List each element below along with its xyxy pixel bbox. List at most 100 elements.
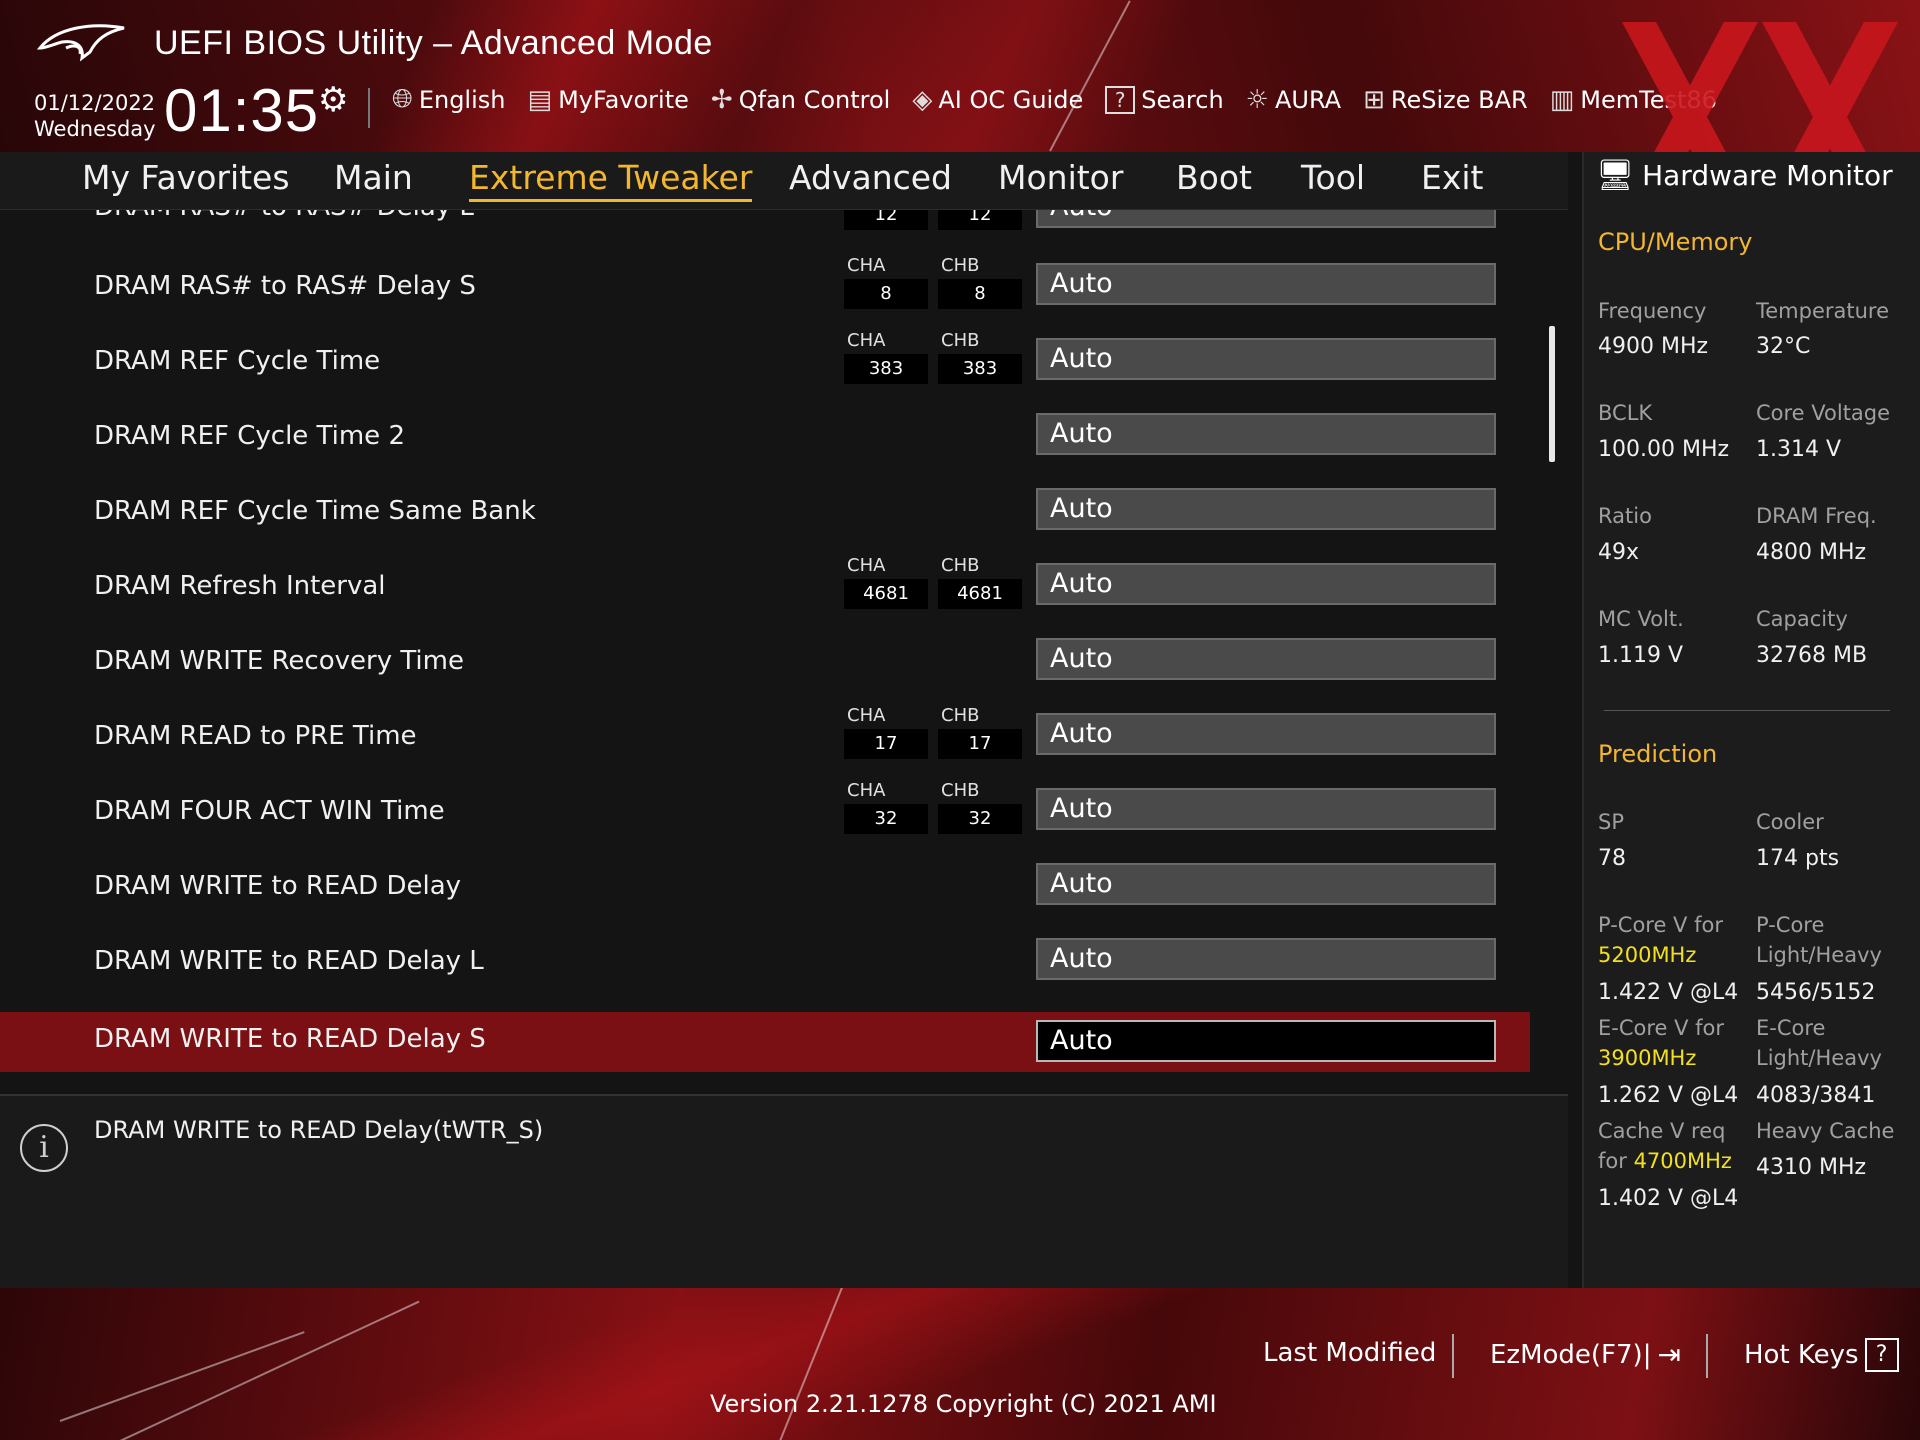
fan-icon: ✢ [710, 84, 733, 115]
tab-main[interactable]: Main [334, 158, 413, 197]
cha-value: CHA 4681 [844, 555, 928, 609]
stat-label: MC Volt. [1598, 607, 1684, 631]
setting-value-field[interactable]: Auto [1036, 938, 1496, 980]
cha-value: CHA 32 [844, 780, 928, 834]
setting-row[interactable]: DRAM READ to PRE Time CHA 17 CHB 17 Auto [0, 705, 1530, 765]
setting-value-field[interactable]: Auto [1036, 563, 1496, 605]
setting-label: DRAM WRITE to READ Delay [94, 871, 462, 901]
cooler-label: Cooler [1756, 810, 1824, 834]
tab-extreme-tweaker[interactable]: Extreme Tweaker [469, 158, 753, 202]
chb-value: CHB 8 [938, 255, 1022, 309]
setting-value-field[interactable]: Auto [1036, 338, 1496, 380]
footer-divider [1706, 1334, 1708, 1378]
myfavorite-label: MyFavorite [558, 85, 689, 114]
chb-value: 12 [938, 210, 1022, 230]
settings-list: DRAM RAS# to RAS# Delay L 12 12 Auto DRA… [0, 210, 1568, 1080]
tab-monitor[interactable]: Monitor [998, 158, 1123, 197]
setting-row[interactable]: DRAM RAS# to RAS# Delay S CHA 8 CHB 8 Auto [0, 255, 1530, 315]
pcore-lh-value: 5456/5152 [1756, 980, 1876, 1005]
qfan-control-button[interactable]: ✢ Qfan Control [711, 85, 890, 115]
setting-label: DRAM RAS# to RAS# Delay L [94, 210, 474, 222]
setting-value-field[interactable]: Auto [1036, 863, 1496, 905]
tab-my-favorites[interactable]: My Favorites [82, 158, 290, 197]
tab-boot[interactable]: Boot [1176, 158, 1252, 197]
setting-label: DRAM REF Cycle Time [94, 346, 381, 376]
setting-value-field[interactable]: Auto [1036, 1020, 1496, 1062]
stat-label: Temperature [1756, 299, 1890, 323]
page-title: UEFI BIOS Utility – Advanced Mode [154, 24, 713, 62]
aura-button[interactable]: ☼ AURA [1246, 85, 1341, 115]
question-icon: ? [1864, 1338, 1899, 1372]
ezmode-button[interactable]: EzMode(F7)| ⇥ [1490, 1338, 1681, 1371]
myfavorite-button[interactable]: ▤ MyFavorite [527, 85, 688, 115]
setting-row[interactable]: DRAM RAS# to RAS# Delay L 12 12 Auto [0, 210, 1530, 236]
setting-label: DRAM WRITE to READ Delay S [94, 1024, 486, 1054]
last-modified-button[interactable]: Last Modified [1263, 1338, 1436, 1368]
tab-tool[interactable]: Tool [1301, 158, 1365, 197]
ecore-lh-label: E-Core Light/Heavy [1756, 1016, 1882, 1070]
stat-label: BCLK [1598, 401, 1653, 425]
setting-label: DRAM REF Cycle Time 2 [94, 421, 405, 451]
setting-row-selected[interactable]: DRAM WRITE to READ Delay S Auto [0, 1012, 1530, 1072]
top-toolbar: 🌐︎ English ▤ MyFavorite ✢ Qfan Control ◈… [392, 84, 1717, 115]
setting-row[interactable]: DRAM FOUR ACT WIN Time CHA 32 CHB 32 Auto [0, 780, 1530, 840]
cha-value: CHA 8 [844, 255, 928, 309]
ai-oc-guide-button[interactable]: ◈ AI OC Guide [912, 85, 1083, 115]
heavy-cache-label: Heavy Cache [1756, 1119, 1895, 1143]
globe-icon: 🌐︎ [392, 84, 413, 114]
date-display: 01/12/2022 Wednesday [34, 90, 156, 142]
prediction-section-title: Prediction [1598, 740, 1718, 768]
hot-keys-button[interactable]: Hot Keys ? [1744, 1338, 1899, 1372]
resize-bar-icon: ⊞ [1363, 84, 1385, 115]
setting-row[interactable]: DRAM REF Cycle Time Same Bank Auto [0, 480, 1530, 540]
search-button[interactable]: ? Search [1105, 85, 1224, 114]
setting-label: DRAM WRITE to READ Delay L [94, 946, 484, 976]
tab-advanced[interactable]: Advanced [789, 158, 952, 197]
rog-logo-icon [36, 24, 125, 62]
resize-bar-button[interactable]: ⊞ ReSize BAR [1363, 85, 1528, 115]
help-search-icon: ? [1105, 85, 1136, 114]
toolbar-divider [368, 88, 370, 128]
help-panel: i DRAM WRITE to READ Delay(tWTR_S) [0, 1094, 1568, 1288]
stat-label: Core Voltage [1756, 401, 1891, 425]
setting-value-field[interactable]: Auto [1036, 788, 1496, 830]
setting-label: DRAM FOUR ACT WIN Time [94, 796, 445, 826]
gear-icon[interactable]: ⚙ [318, 80, 348, 120]
setting-value-field[interactable]: Auto [1036, 638, 1496, 680]
setting-value-field[interactable]: Auto [1036, 713, 1496, 755]
setting-row[interactable]: DRAM REF Cycle Time 2 Auto [0, 405, 1530, 465]
setting-row[interactable]: DRAM REF Cycle Time CHA 383 CHB 383 Auto [0, 330, 1530, 390]
setting-row[interactable]: DRAM WRITE Recovery Time Auto [0, 630, 1530, 690]
stat-label: DRAM Freq. [1756, 504, 1877, 528]
hw-divider [1604, 710, 1890, 711]
setting-value-field[interactable]: Auto [1036, 488, 1496, 530]
pcore-voltage: 1.422 V @L4 [1598, 980, 1739, 1005]
setting-value-field[interactable]: Auto [1036, 263, 1496, 305]
sp-value: 78 [1598, 846, 1626, 871]
stat-value: 100.00 MHz [1598, 437, 1730, 462]
setting-row[interactable]: DRAM Refresh Interval CHA 4681 CHB 4681 Au… [0, 555, 1530, 615]
language-button[interactable]: 🌐︎ English [392, 84, 505, 115]
pcore-label: P-Core V for 5200MHz [1598, 910, 1723, 970]
aura-light-icon: ☼ [1245, 84, 1269, 115]
chb-value: CHB 32 [938, 780, 1022, 834]
setting-value-field[interactable]: Auto [1036, 210, 1496, 228]
tab-exit[interactable]: Exit [1421, 158, 1484, 197]
cache-voltage: 1.402 V @L4 [1598, 1186, 1739, 1211]
cha-value: CHA 17 [844, 705, 928, 759]
clock-display: 01:35 [164, 77, 320, 144]
settings-scrollbar[interactable] [1549, 326, 1555, 462]
setting-value-field[interactable]: Auto [1036, 413, 1496, 455]
pcore-freq: 5200MHz [1598, 943, 1697, 967]
setting-label: DRAM Refresh Interval [94, 571, 386, 601]
heavy-cache-value: 4310 MHz [1756, 1155, 1867, 1180]
chb-value: CHB 4681 [938, 555, 1022, 609]
setting-row[interactable]: DRAM WRITE to READ Delay L Auto [0, 930, 1530, 990]
cha-value: 12 [844, 210, 928, 230]
stat-value: 1.119 V [1598, 643, 1684, 668]
favorite-icon: ▤ [527, 84, 553, 115]
exit-arrow-icon: ⇥ [1657, 1338, 1681, 1371]
cache-freq: 4700MHz [1633, 1149, 1732, 1173]
version-text: Version 2.21.1278 Copyright (C) 2021 AMI [710, 1390, 1217, 1418]
setting-row[interactable]: DRAM WRITE to READ Delay Auto [0, 855, 1530, 915]
